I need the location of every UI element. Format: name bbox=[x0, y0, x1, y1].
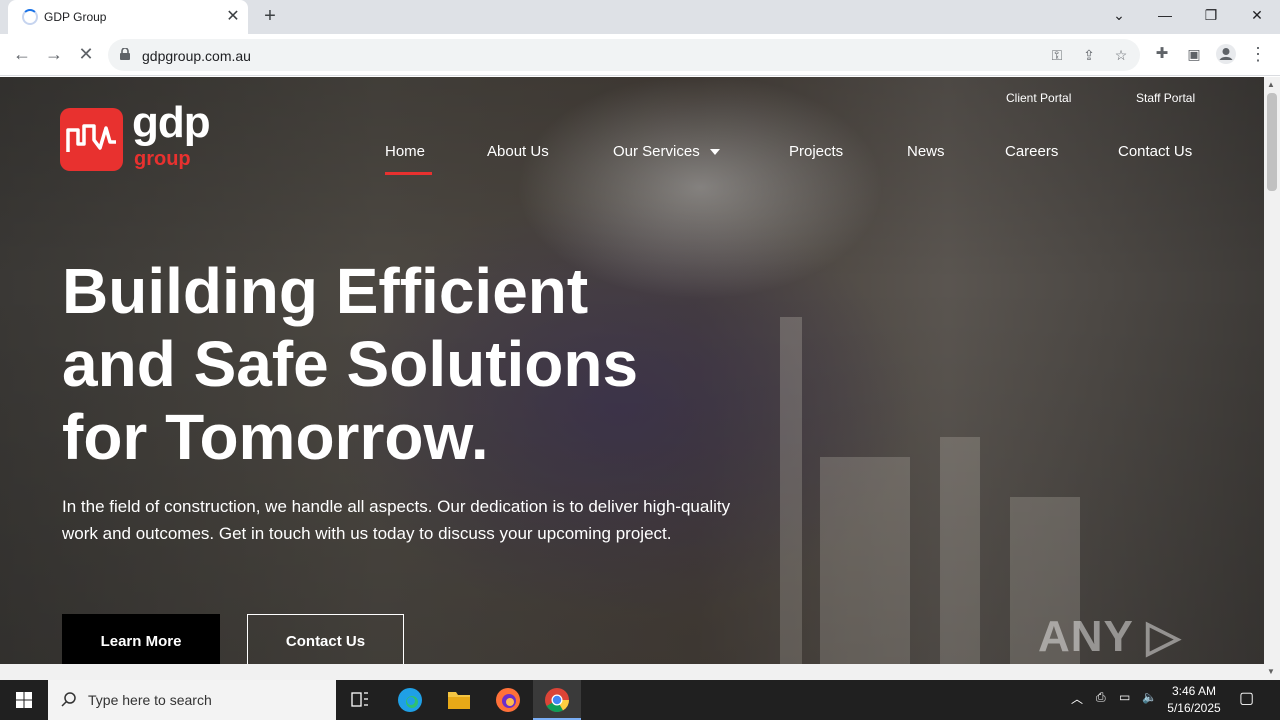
scrollbar-thumb[interactable] bbox=[1267, 93, 1277, 191]
windows-taskbar: Type here to search ︿ ⎙ ▭ 🔈 3:46 AM 5/16… bbox=[0, 680, 1280, 720]
notification-icon[interactable]: ▢ bbox=[1239, 688, 1254, 708]
nav-careers[interactable]: Careers bbox=[1005, 143, 1058, 160]
network-icon[interactable]: ▭ bbox=[1119, 690, 1130, 704]
restore-button[interactable]: ❐ bbox=[1196, 4, 1226, 28]
start-button[interactable] bbox=[0, 680, 48, 720]
chrome-icon bbox=[545, 688, 569, 713]
nav-home[interactable]: Home bbox=[385, 143, 425, 160]
back-icon[interactable]: ← bbox=[9, 43, 35, 67]
background-building bbox=[940, 437, 980, 664]
lock-icon[interactable] bbox=[120, 48, 130, 60]
browser-toolbar: ← → ✕ gdpgroup.com.au ⚿ ⇪ ☆ ✚ ▣ ⋮ bbox=[0, 34, 1280, 76]
chrome-app-active[interactable] bbox=[533, 680, 581, 720]
hero-headline-line-2: and Safe Solutions bbox=[62, 328, 639, 400]
scroll-up-icon[interactable]: ▲ bbox=[1267, 80, 1275, 89]
hero-description: In the field of construction, we handle … bbox=[62, 497, 731, 543]
firefox-icon bbox=[496, 688, 520, 712]
tab-close-button[interactable]: ✕ bbox=[224, 8, 242, 26]
tab-search-button[interactable]: ⌄ bbox=[1104, 4, 1134, 28]
side-panel-icon[interactable]: ▣ bbox=[1181, 43, 1207, 67]
loading-spinner-icon bbox=[22, 9, 38, 25]
vertical-scrollbar[interactable]: ▲ ▼ bbox=[1264, 77, 1280, 680]
contact-us-button[interactable]: Contact Us bbox=[247, 614, 404, 664]
nav-services-label: Our Services bbox=[613, 143, 700, 160]
task-view-icon bbox=[351, 692, 368, 707]
profile-avatar-icon[interactable] bbox=[1213, 43, 1239, 67]
key-icon[interactable]: ⚿ bbox=[1046, 45, 1068, 65]
clock-date: 5/16/2025 bbox=[1167, 701, 1221, 715]
nav-projects[interactable]: Projects bbox=[789, 143, 843, 160]
nav-services[interactable]: Our Services bbox=[613, 143, 720, 160]
nav-contact[interactable]: Contact Us bbox=[1118, 143, 1192, 160]
forward-icon[interactable]: → bbox=[41, 43, 67, 67]
background-building bbox=[780, 317, 802, 664]
firefox-app[interactable] bbox=[484, 680, 532, 720]
hero-headline: Building Efficient and Safe Solutions fo… bbox=[62, 255, 782, 474]
edge-icon bbox=[398, 688, 422, 712]
staff-portal-link[interactable]: Staff Portal bbox=[1136, 91, 1195, 105]
site-logo[interactable]: gdp group bbox=[60, 98, 220, 176]
logo-mark-icon bbox=[60, 108, 123, 171]
extensions-icon[interactable]: ✚ bbox=[1149, 43, 1175, 67]
browser-tab[interactable]: GDP Group ✕ bbox=[8, 0, 248, 34]
hero-headline-line-3: for Tomorrow. bbox=[62, 401, 489, 473]
nav-about[interactable]: About Us bbox=[487, 143, 549, 160]
search-placeholder: Type here to search bbox=[88, 692, 212, 708]
logo-text: gdp bbox=[132, 98, 211, 147]
clock-time: 3:46 AM bbox=[1171, 684, 1217, 698]
tab-title: GDP Group bbox=[44, 10, 107, 24]
show-hidden-icons-icon[interactable]: ︿ bbox=[1071, 690, 1083, 707]
tab-strip: GDP Group ✕ + ⌄ — ❐ ✕ bbox=[0, 0, 1280, 34]
folder-icon bbox=[448, 692, 470, 709]
edge-app[interactable] bbox=[386, 680, 434, 720]
file-explorer-app[interactable] bbox=[435, 680, 483, 720]
share-icon[interactable]: ⇪ bbox=[1078, 45, 1100, 65]
chevron-down-icon bbox=[709, 149, 720, 156]
anyrun-watermark: ANY ▷ RUN bbox=[1038, 612, 1182, 664]
page-bottom-gutter bbox=[0, 664, 1264, 680]
device-icon[interactable]: ⎙ bbox=[1096, 690, 1106, 705]
new-tab-button[interactable]: + bbox=[258, 5, 282, 29]
windows-logo-icon bbox=[16, 692, 32, 708]
learn-more-button[interactable]: Learn More bbox=[62, 614, 220, 664]
search-icon bbox=[61, 692, 76, 707]
url-text[interactable]: gdpgroup.com.au bbox=[142, 48, 251, 64]
task-view-button[interactable] bbox=[336, 680, 384, 720]
hero-section: gdp group Client Portal Staff Portal Hom… bbox=[0, 77, 1264, 664]
scroll-down-icon[interactable]: ▼ bbox=[1267, 667, 1275, 676]
client-portal-link[interactable]: Client Portal bbox=[1006, 91, 1071, 105]
active-nav-indicator bbox=[385, 172, 432, 175]
hero-headline-line-1: Building Efficient bbox=[62, 255, 589, 327]
address-bar[interactable]: gdpgroup.com.au ⚿ ⇪ ☆ bbox=[108, 39, 1140, 71]
close-window-button[interactable]: ✕ bbox=[1242, 4, 1272, 28]
volume-icon[interactable]: 🔈 bbox=[1142, 690, 1157, 704]
nav-news[interactable]: News bbox=[907, 143, 945, 160]
taskbar-search[interactable]: Type here to search bbox=[48, 680, 336, 720]
background-building bbox=[820, 457, 910, 664]
logo-subtext: group bbox=[134, 148, 191, 170]
minimize-button[interactable]: — bbox=[1150, 4, 1180, 28]
browser-menu-icon[interactable]: ⋮ bbox=[1245, 43, 1271, 67]
stop-loading-icon[interactable]: ✕ bbox=[73, 43, 99, 67]
system-clock[interactable]: 3:46 AM 5/16/2025 bbox=[1164, 683, 1224, 717]
bookmark-star-icon[interactable]: ☆ bbox=[1110, 45, 1132, 65]
